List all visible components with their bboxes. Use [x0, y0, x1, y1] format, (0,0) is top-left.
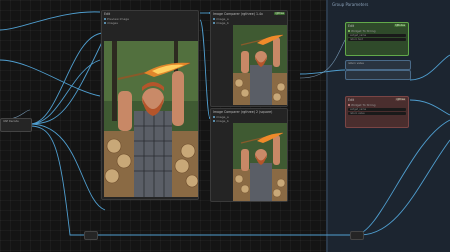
- widget-field[interactable]: widget_name: [348, 108, 406, 111]
- node-connector-dot-icon[interactable]: [104, 22, 106, 24]
- lumberjack-image: [233, 25, 287, 105]
- node-connector-dot-icon[interactable]: [213, 18, 215, 20]
- widget-field[interactable]: widget_name: [348, 34, 406, 37]
- widget-to-string-node-mid[interactable]: Edit rgthree Widget To String widget_nam…: [345, 96, 409, 128]
- reroute-node[interactable]: [84, 231, 98, 240]
- node-connector-dot-icon[interactable]: [213, 120, 215, 122]
- widget-field[interactable]: return text: [348, 38, 406, 41]
- row-label: image_b: [216, 21, 229, 25]
- node-connector-dot-icon[interactable]: [348, 30, 350, 32]
- node-label: VAE Decode: [3, 120, 19, 123]
- node-label: return value: [348, 62, 364, 65]
- preview-image-node[interactable]: Edit Preview Image images: [101, 10, 199, 200]
- node-row: Widget To String: [346, 103, 408, 107]
- lumberjack-image: [104, 41, 198, 197]
- row-label: image_b: [216, 119, 229, 123]
- node-connector-dot-icon[interactable]: [213, 116, 215, 118]
- row-label: Widget To String: [351, 103, 376, 107]
- lumberjack-image: [233, 123, 287, 201]
- node-badge: rgthree: [395, 98, 406, 101]
- node-connector-dot-icon[interactable]: [104, 18, 106, 20]
- node-badge: rgthree: [274, 12, 285, 15]
- node-connector-dot-icon[interactable]: [348, 104, 350, 106]
- reroute-node[interactable]: [350, 231, 364, 240]
- node-row: Widget To String: [346, 29, 408, 33]
- node-badge: KJNodes: [394, 24, 406, 27]
- node-row: images: [102, 21, 198, 25]
- widget-to-string-node-top[interactable]: Edit KJNodes Widget To String widget_nam…: [345, 22, 409, 56]
- vae-decode-node[interactable]: VAE Decode: [0, 118, 32, 132]
- row-label: Widget To String: [351, 29, 376, 33]
- image-comparer-node-top[interactable]: Image Comparer (rgthree) 1.4x rgthree im…: [210, 10, 288, 107]
- reroute-node[interactable]: [345, 70, 411, 80]
- reroute-node[interactable]: return value: [345, 60, 411, 70]
- image-comparer-node-bottom[interactable]: Image Comparer (rgthree) 2 (square) imag…: [210, 108, 288, 202]
- node-connector-dot-icon[interactable]: [213, 22, 215, 24]
- row-label: images: [107, 21, 118, 25]
- widget-field[interactable]: return value: [348, 112, 406, 115]
